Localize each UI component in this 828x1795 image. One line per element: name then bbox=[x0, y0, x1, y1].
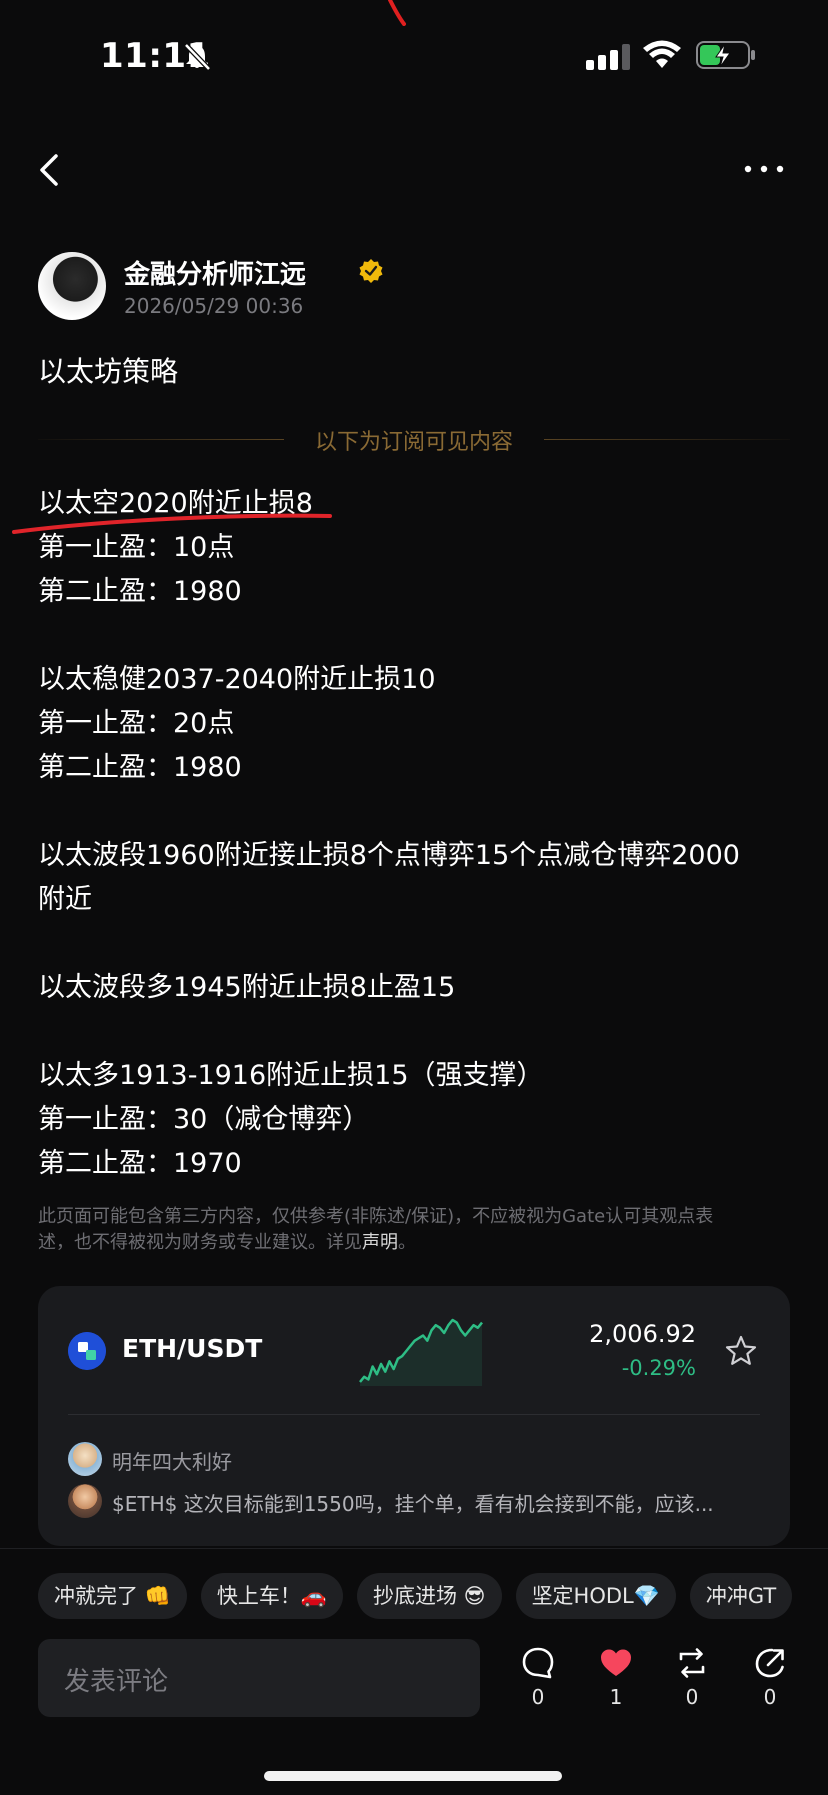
repost-count: 0 bbox=[685, 1685, 699, 1709]
pair-change: -0.29% bbox=[621, 1356, 696, 1380]
market-card[interactable]: ETH/USDT 2,006.92 -0.29% 明年四大利好 $ETH$ 这次… bbox=[38, 1286, 790, 1546]
post-line: 第二止盈：1980 bbox=[38, 752, 242, 783]
quick-reply-chip[interactable]: 冲冲GT bbox=[689, 1573, 793, 1619]
share-button[interactable]: 0 bbox=[740, 1645, 800, 1725]
commenter-avatar bbox=[68, 1484, 102, 1518]
disclaimer-line-2: 述，也不得被视为财务或专业建议。详见声明。 bbox=[38, 1230, 790, 1256]
trading-pair: ETH/USDT bbox=[122, 1334, 263, 1363]
post-line: 第一止盈：30（减仓博弈） bbox=[38, 1104, 370, 1135]
like-count: 1 bbox=[609, 1685, 623, 1709]
red-annotation-stroke bbox=[388, 0, 406, 26]
quick-reply-chip[interactable]: 抄底进场 😎 bbox=[356, 1573, 502, 1619]
disclaimer-end: 。 bbox=[398, 1232, 416, 1253]
quick-reply-chips: 冲就完了 👊 快上车！🚗 抄底进场 😎 坚定HODL💎 冲冲GT bbox=[38, 1573, 828, 1621]
author-avatar[interactable] bbox=[38, 252, 106, 320]
post-line bbox=[38, 922, 798, 966]
pair-price: 2,006.92 bbox=[589, 1320, 696, 1348]
share-icon bbox=[755, 1648, 784, 1678]
disclaimer-link[interactable]: 声明 bbox=[362, 1232, 398, 1253]
post-line: 以太多1913-1916附近止损15（强支撑） bbox=[38, 1060, 544, 1091]
like-button[interactable]: 1 bbox=[586, 1645, 646, 1725]
back-arrow-icon[interactable] bbox=[36, 152, 62, 188]
verified-badge-icon bbox=[359, 259, 383, 283]
card-comment[interactable]: $ETH$ 这次目标能到1550吗，挂个单，看有机会接到不能，应该... bbox=[68, 1484, 768, 1518]
repost-button[interactable]: 0 bbox=[662, 1645, 722, 1725]
red-underline-annotation bbox=[12, 513, 332, 534]
author-header: 金融分析师江远 2026/05/29 00:36 bbox=[38, 252, 798, 322]
top-nav bbox=[0, 140, 828, 200]
star-favorite-icon[interactable] bbox=[724, 1334, 758, 1368]
divider-line-right bbox=[544, 439, 790, 440]
home-indicator bbox=[264, 1771, 562, 1781]
status-bar: 11:11 bbox=[0, 0, 828, 110]
card-separator bbox=[68, 1414, 760, 1415]
battery-charging-icon bbox=[696, 41, 755, 69]
disclaimer-text: 述，也不得被视为财务或专业建议。详见 bbox=[38, 1232, 362, 1253]
quick-reply-chip[interactable]: 冲就完了 👊 bbox=[38, 1573, 187, 1619]
comment-count: 0 bbox=[531, 1685, 545, 1709]
bottom-bar: 冲就完了 👊 快上车！🚗 抄底进场 😎 坚定HODL💎 冲冲GT 发表评论 0 1 0 … bbox=[0, 1548, 828, 1795]
share-count: 0 bbox=[763, 1685, 777, 1709]
heart-icon bbox=[601, 1649, 631, 1676]
subscriber-divider-label: 以下为订阅可见内容 bbox=[314, 430, 513, 455]
commenter-avatar bbox=[68, 1442, 102, 1476]
post-line: 第二止盈：1970 bbox=[38, 1148, 242, 1179]
comment-placeholder: 发表评论 bbox=[64, 1667, 169, 1697]
card-comment-text: 明年四大利好 bbox=[112, 1450, 232, 1474]
author-name[interactable]: 金融分析师江远 bbox=[124, 254, 306, 291]
post-line: 附近 bbox=[38, 884, 92, 915]
comment-button[interactable]: 0 bbox=[508, 1645, 568, 1725]
disclaimer-line-1: 此页面可能包含第三方内容，仅供参考(非陈述/保证)，不应被视为Gate认可其观点… bbox=[38, 1206, 714, 1227]
comment-input[interactable]: 发表评论 bbox=[38, 1639, 480, 1717]
more-options-icon[interactable] bbox=[744, 164, 784, 174]
post-timestamp: 2026/05/29 00:36 bbox=[124, 294, 304, 318]
quick-reply-chip[interactable]: 快上车！🚗 bbox=[200, 1573, 343, 1619]
post-title: 以太坊策略 bbox=[38, 355, 179, 388]
subscriber-divider: 以下为订阅可见内容 bbox=[38, 424, 790, 455]
post-line bbox=[38, 614, 798, 658]
post-line: 以太波段1960附近接止损8个点博弈15个点减仓博弈2000 bbox=[38, 840, 740, 871]
cellular-signal-icon bbox=[586, 44, 630, 70]
repost-icon bbox=[679, 1648, 705, 1678]
comment-icon bbox=[522, 1647, 554, 1679]
post-line: 第一止盈：20点 bbox=[38, 708, 235, 739]
eth-coin-icon bbox=[68, 1332, 106, 1370]
card-comment[interactable]: 明年四大利好 bbox=[68, 1442, 768, 1476]
disclaimer: 此页面可能包含第三方内容，仅供参考(非陈述/保证)，不应被视为Gate认可其观点… bbox=[38, 1204, 790, 1256]
wifi-icon bbox=[643, 40, 681, 68]
post-line bbox=[38, 790, 798, 834]
post-line: 以太波段多1945附近止损8止盈15 bbox=[38, 972, 456, 1003]
post-line: 以太稳健2037-2040附近止损10 bbox=[38, 664, 436, 695]
quick-reply-chip[interactable]: 坚定HODL💎 bbox=[515, 1573, 676, 1619]
post-body: 以太空2020附近止损8 第一止盈：10点 第二止盈：1980 以太稳健2037… bbox=[12, 482, 798, 1186]
price-sparkline bbox=[359, 1318, 483, 1386]
sparkline-area bbox=[360, 1320, 482, 1386]
card-comment-text: $ETH$ 这次目标能到1550吗，挂个单，看有机会接到不能，应该... bbox=[112, 1492, 714, 1516]
post-line bbox=[38, 1010, 798, 1054]
bell-muted-icon bbox=[184, 43, 211, 71]
post-line: 第二止盈：1980 bbox=[38, 576, 242, 607]
